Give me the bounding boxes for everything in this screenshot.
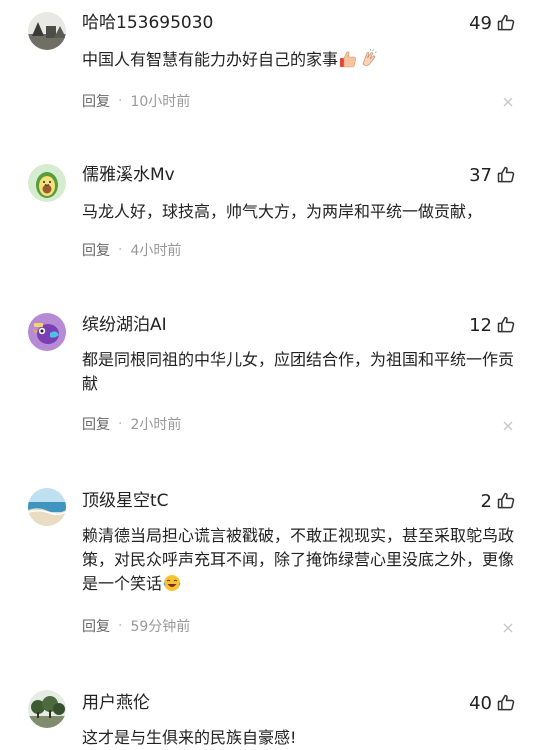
trees-photo-avatar bbox=[28, 690, 66, 728]
comment-item: 哈哈153695030 49 中国人有智慧有能力办好自己的家事 回复 · 10小… bbox=[0, 0, 538, 140]
comment-text-body: 中国人有智慧有能力办好自己的家事 bbox=[82, 50, 339, 69]
username[interactable]: 哈哈153695030 bbox=[82, 12, 213, 34]
username[interactable]: 儒雅溪水Mv bbox=[82, 164, 175, 186]
comment-text: 这才是与生俱来的民族自豪感! bbox=[82, 728, 297, 747]
reply-button[interactable]: 回复 bbox=[82, 240, 110, 260]
user-avatar[interactable] bbox=[28, 488, 66, 526]
user-avatar[interactable] bbox=[28, 164, 66, 202]
comment-text: 赖清德当局担心谎言被戳破，不敢正视现实，甚至采取鸵鸟政策，对民众呼声充耳不闻，除… bbox=[82, 524, 522, 596]
laughing-tears-emoji bbox=[163, 575, 181, 591]
thumbs-up-outline-icon bbox=[497, 14, 515, 31]
avocado-cartoon-avatar bbox=[28, 164, 66, 202]
comment-meta: 回复 · 59分钟前 bbox=[82, 616, 190, 636]
purple-bird-cartoon-avatar bbox=[28, 313, 66, 351]
username[interactable]: 用户燕伦 bbox=[82, 692, 150, 714]
user-avatar[interactable] bbox=[28, 12, 66, 50]
thumbs-up-outline-icon bbox=[497, 316, 515, 333]
reply-button[interactable]: 回复 bbox=[82, 414, 110, 434]
thumbs-up-outline-icon bbox=[497, 694, 515, 711]
beach-photo-avatar bbox=[28, 488, 66, 526]
reply-button[interactable]: 回复 bbox=[82, 616, 110, 636]
meta-separator: · bbox=[118, 618, 123, 634]
like-count: 2 bbox=[480, 490, 492, 512]
close-icon[interactable] bbox=[502, 622, 514, 634]
like-button[interactable]: 12 bbox=[469, 313, 516, 337]
comment-item: 缤纷湖泊AI 12 都是同根同祖的中华儿女，应团结合作，为祖国和平统一作贡献 回… bbox=[0, 300, 538, 470]
comment-time: 2小时前 bbox=[130, 417, 182, 433]
comment-text: 中国人有智慧有能力办好自己的家事 bbox=[82, 48, 522, 72]
like-count: 12 bbox=[469, 314, 492, 336]
comment-item: 用户燕伦 40 这才是与生俱来的民族自豪感! bbox=[0, 678, 538, 747]
user-avatar[interactable] bbox=[28, 690, 66, 728]
thumbs-up-outline-icon bbox=[497, 492, 515, 509]
username[interactable]: 顶级星空tC bbox=[82, 490, 169, 512]
comment-meta: 回复 · 10小时前 bbox=[82, 91, 190, 111]
close-icon[interactable] bbox=[502, 420, 514, 432]
comment-time: 4小时前 bbox=[130, 243, 182, 259]
meta-separator: · bbox=[118, 93, 123, 109]
like-count: 49 bbox=[469, 12, 492, 34]
comment-item: 儒雅溪水Mv 37 马龙人好，球技高，帅气大方，为两岸和平统一做贡献， 回复 ·… bbox=[0, 150, 538, 290]
thumbs-up-emoji bbox=[340, 51, 356, 68]
like-button[interactable]: 49 bbox=[469, 11, 516, 35]
comment-meta: 回复 · 2小时前 bbox=[82, 414, 181, 434]
clapping-hands-emoji bbox=[362, 49, 377, 66]
comment-meta: 回复 · 4小时前 bbox=[82, 240, 181, 260]
meta-separator: · bbox=[118, 416, 123, 432]
comment-time: 10小时前 bbox=[130, 94, 191, 110]
user-avatar[interactable] bbox=[28, 313, 66, 351]
like-button[interactable]: 37 bbox=[469, 163, 516, 187]
thumbs-up-outline-icon bbox=[497, 166, 515, 183]
username[interactable]: 缤纷湖泊AI bbox=[82, 314, 167, 336]
landscape-photo-avatar bbox=[28, 12, 66, 50]
meta-separator: · bbox=[118, 242, 123, 258]
like-count: 40 bbox=[469, 692, 492, 714]
like-count: 37 bbox=[469, 164, 492, 186]
like-button[interactable]: 2 bbox=[481, 489, 516, 513]
close-icon[interactable] bbox=[502, 96, 514, 108]
comment-text-body: 赖清德当局担心谎言被戳破，不敢正视现实，甚至采取鸵鸟政策，对民众呼声充耳不闻，除… bbox=[82, 526, 515, 593]
comment-item: 顶级星空tC 2 赖清德当局担心谎言被戳破，不敢正视现实，甚至采取鸵鸟政策，对民… bbox=[0, 476, 538, 676]
comment-text: 都是同根同祖的中华儿女，应团结合作，为祖国和平统一作贡献 bbox=[82, 350, 515, 393]
like-button[interactable]: 40 bbox=[469, 691, 516, 715]
reply-button[interactable]: 回复 bbox=[82, 91, 110, 111]
comment-text: 马龙人好，球技高，帅气大方，为两岸和平统一做贡献， bbox=[82, 202, 483, 221]
comment-time: 59分钟前 bbox=[130, 619, 191, 635]
